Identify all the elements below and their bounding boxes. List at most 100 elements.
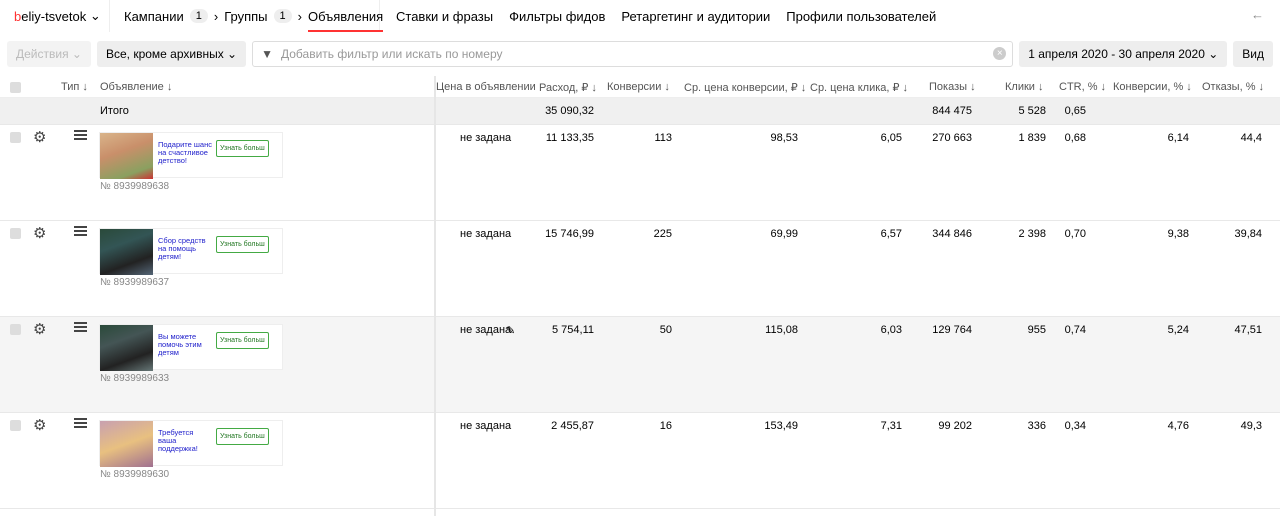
- col-price[interactable]: Цена в объявлении: [436, 81, 536, 93]
- row-checkbox[interactable]: [10, 420, 21, 431]
- ctr: 0,70: [1064, 228, 1086, 240]
- actions-button[interactable]: Действия ⌄: [7, 41, 91, 67]
- col-cpa[interactable]: Ср. цена конверсии, ₽ ↓: [684, 81, 806, 94]
- nav-retargeting[interactable]: Ретаргетинг и аудитории: [621, 9, 770, 24]
- total-cost: 35 090,32: [545, 105, 594, 117]
- crumb-groups[interactable]: Группы: [224, 9, 267, 24]
- ad-price[interactable]: не задана: [460, 324, 511, 336]
- clicks: 955: [1027, 324, 1046, 336]
- bounce-rate: 47,51: [1234, 324, 1262, 336]
- ad-cta-button: Узнать больш: [216, 140, 269, 157]
- ad-preview[interactable]: Вы можете помочь этим детям Узнать больш: [99, 324, 283, 371]
- cpc: 7,31: [880, 420, 902, 432]
- ctr: 0,34: [1064, 420, 1086, 432]
- ad-preview[interactable]: Сбор средств на помощь детям! Узнать бол…: [99, 228, 283, 275]
- total-impressions: 844 475: [932, 105, 972, 117]
- ad-cta-button: Узнать больш: [216, 428, 269, 445]
- col-type[interactable]: Тип ↓: [61, 81, 88, 93]
- filter-icon: ▼: [261, 47, 273, 61]
- gear-icon[interactable]: ⚙: [33, 224, 46, 242]
- clear-icon[interactable]: ×: [993, 47, 1007, 60]
- gear-icon[interactable]: ⚙: [33, 128, 46, 146]
- ad-text: Требуется ваша поддержка!: [158, 428, 198, 453]
- clicks: 1 839: [1018, 132, 1046, 144]
- cost: 5 754,11: [551, 324, 594, 336]
- edit-pencil-icon[interactable]: ✎: [506, 324, 515, 337]
- date-range-button[interactable]: 1 апреля 2020 - 30 апреля 2020 ⌄: [1019, 41, 1228, 67]
- conversions: 16: [659, 420, 672, 432]
- pane-divider[interactable]: [434, 76, 436, 516]
- cpc: 6,05: [880, 132, 902, 144]
- crumb-campaigns[interactable]: Кампании: [124, 9, 184, 24]
- col-ad[interactable]: Объявление ↓: [100, 81, 172, 93]
- conversions: 50: [659, 324, 672, 336]
- breadcrumb: Кампании 1 › Группы 1 › Объявления: [110, 0, 384, 32]
- cpa: 115,08: [765, 324, 798, 336]
- status-filter-button[interactable]: Все, кроме архивных ⌄: [96, 41, 247, 67]
- ad-price[interactable]: не задана: [460, 228, 511, 240]
- nav-bids[interactable]: Ставки и фразы: [396, 9, 493, 24]
- cost: 2 455,87: [551, 420, 594, 432]
- col-ctr[interactable]: CTR, % ↓: [1059, 81, 1106, 93]
- ad-number: № 8939989633: [100, 373, 170, 384]
- col-cost[interactable]: Расход, ₽ ↓: [539, 81, 597, 94]
- crumb-ads[interactable]: Объявления: [307, 0, 384, 32]
- conversion-rate: 6,14: [1167, 132, 1189, 144]
- col-clicks[interactable]: Клики ↓: [1005, 81, 1043, 93]
- ad-number: № 8939989637: [100, 277, 170, 288]
- bounce-rate: 39,84: [1234, 228, 1262, 240]
- clicks: 2 398: [1018, 228, 1046, 240]
- impressions: 344 846: [932, 228, 972, 240]
- ad-cta-button: Узнать больш: [216, 332, 269, 349]
- nav-feed-filters[interactable]: Фильтры фидов: [509, 9, 605, 24]
- ad-text: Сбор средств на помощь детям!: [158, 236, 206, 261]
- conversions: 113: [654, 132, 672, 144]
- row-checkbox[interactable]: [10, 228, 21, 239]
- chevron-right-icon: ›: [213, 8, 219, 24]
- row-checkbox[interactable]: [10, 132, 21, 143]
- back-arrow-icon[interactable]: ←: [1251, 7, 1264, 22]
- conversions: 225: [653, 228, 672, 240]
- ctr: 0,74: [1064, 324, 1086, 336]
- ad-preview[interactable]: Требуется ваша поддержка! Узнать больш: [99, 420, 283, 467]
- cpa: 153,49: [764, 420, 798, 432]
- col-conversions[interactable]: Конверсии ↓: [607, 81, 670, 93]
- ad-price[interactable]: не задана: [460, 420, 511, 432]
- ad-image: [100, 325, 153, 371]
- table-header: Тип ↓ Объявление ↓ Цена в объявлении Рас…: [0, 76, 1280, 98]
- ad-text: Подарите шанс на счастливое детство!: [158, 140, 212, 165]
- gear-icon[interactable]: ⚙: [33, 320, 46, 338]
- table-row: ⚙ Вы можете помочь этим детям Узнать бол…: [0, 317, 1280, 413]
- text-image-ad-type-icon: [74, 322, 87, 332]
- bounce-rate: 44,4: [1240, 132, 1262, 144]
- text-image-ad-type-icon: [74, 418, 87, 428]
- table-row: ⚙ Подарите шанс на счастливое детство! У…: [0, 125, 1280, 221]
- col-cpc[interactable]: Ср. цена клика, ₽ ↓: [810, 81, 908, 94]
- row-checkbox[interactable]: [10, 324, 21, 335]
- ad-preview[interactable]: Подарите шанс на счастливое детство! Узн…: [99, 132, 283, 179]
- table-row: ⚙ Требуется ваша поддержка! Узнать больш…: [0, 413, 1280, 509]
- cpa: 98,53: [770, 132, 798, 144]
- total-ctr: 0,65: [1064, 105, 1086, 117]
- ad-number: № 8939989638: [100, 181, 170, 192]
- bounce-rate: 49,3: [1240, 420, 1262, 432]
- ad-text: Вы можете помочь этим детям: [158, 332, 202, 357]
- ad-price[interactable]: не задана: [460, 132, 511, 144]
- col-conversion-rate[interactable]: Конверсии, % ↓: [1113, 81, 1192, 93]
- col-impressions[interactable]: Показы ↓: [929, 81, 976, 93]
- gear-icon[interactable]: ⚙: [33, 416, 46, 434]
- total-row: Итого 35 090,32 844 475 5 528 0,65: [0, 98, 1280, 125]
- total-label: Итого: [100, 105, 129, 117]
- view-button[interactable]: Вид: [1233, 41, 1273, 67]
- account-switcher[interactable]: b eliy-tsvetok ⌄: [0, 0, 110, 32]
- search-input[interactable]: ▼ Добавить фильтр или искать по номеру ×: [252, 41, 1014, 67]
- nav-user-profiles[interactable]: Профили пользователей: [786, 9, 936, 24]
- total-clicks: 5 528: [1018, 105, 1046, 117]
- conversion-rate: 5,24: [1167, 324, 1189, 336]
- impressions: 129 764: [932, 324, 972, 336]
- ad-image: [100, 421, 153, 467]
- toolbar: Действия ⌄ Все, кроме архивных ⌄ ▼ Добави…: [7, 41, 1273, 67]
- col-bounce[interactable]: Отказы, % ↓: [1202, 81, 1264, 93]
- select-all-checkbox[interactable]: [10, 82, 21, 93]
- table-row: ⚙ Сбор средств на помощь детям! Узнать б…: [0, 221, 1280, 317]
